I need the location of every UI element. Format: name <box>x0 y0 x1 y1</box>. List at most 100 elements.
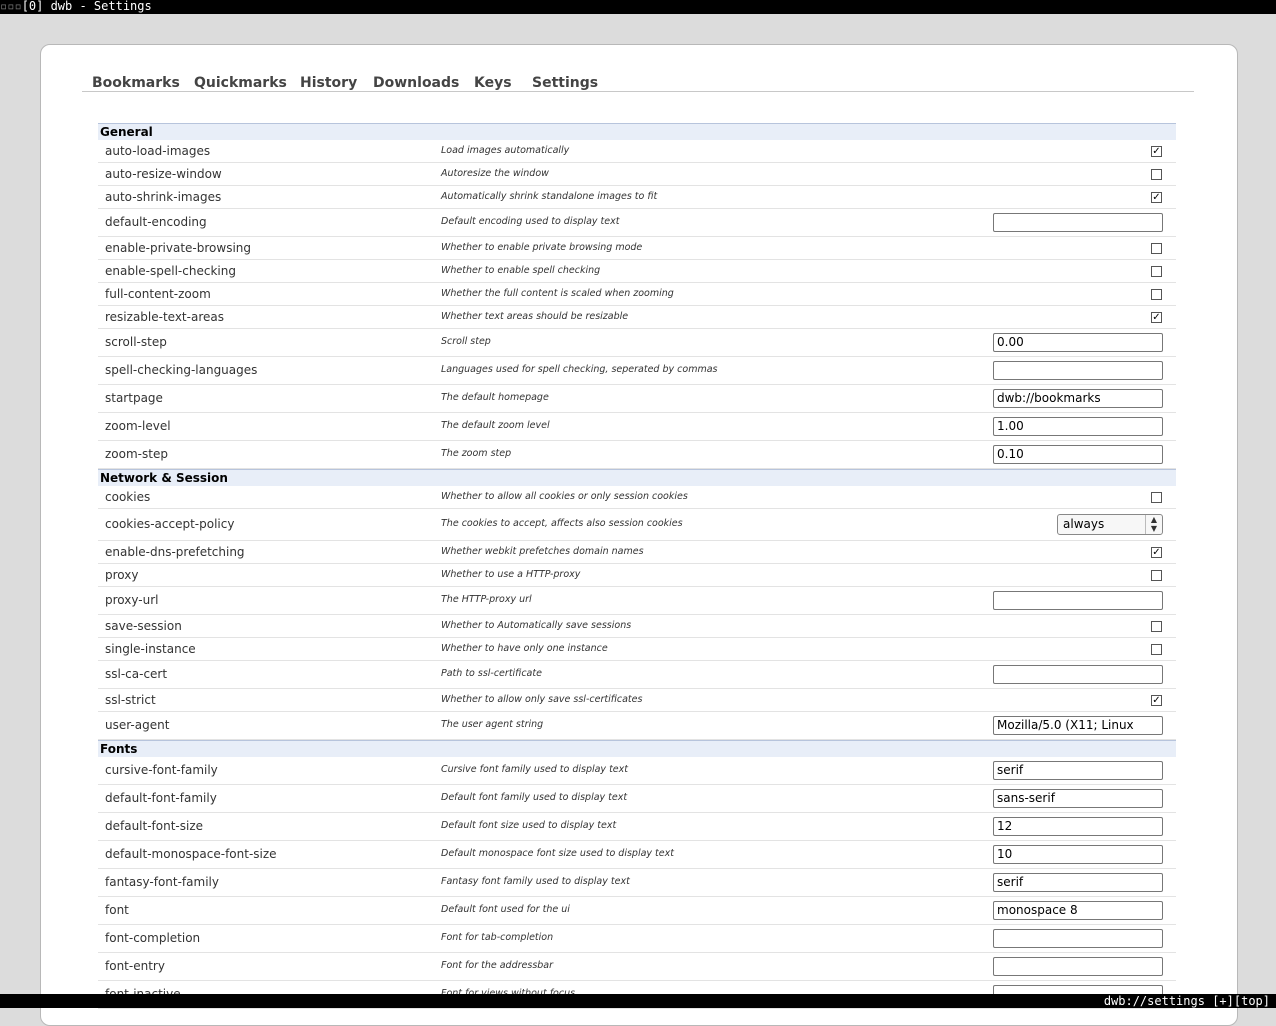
font-completion-input[interactable] <box>993 929 1163 948</box>
default-font-size-input[interactable]: 12 <box>993 817 1163 836</box>
resizable-text-areas-checkbox[interactable]: ✓ <box>1151 311 1162 323</box>
setting-description: Whether to have only one instance <box>441 642 608 654</box>
setting-row: resizable-text-areas Whether text areas s… <box>98 306 1176 329</box>
setting-row: zoom-step The zoom step 0.10 <box>98 441 1176 469</box>
setting-name: proxy <box>105 567 139 582</box>
section-header: General <box>98 123 1176 140</box>
font-entry-input[interactable] <box>993 957 1163 976</box>
auto-load-images-checkbox[interactable]: ✓ <box>1151 145 1162 157</box>
cookies-accept-policy-select[interactable]: always ▲ ▼ <box>1057 514 1163 535</box>
setting-description: The cookies to accept, affects also sess… <box>441 518 683 529</box>
setting-name: cookies-accept-policy <box>105 517 235 531</box>
setting-row: default-monospace-font-size Default monos… <box>98 841 1176 869</box>
nav-downloads[interactable]: Downloads <box>373 75 459 91</box>
setting-row: enable-spell-checking Whether to enable s… <box>98 260 1176 283</box>
setting-name: font-entry <box>105 959 165 973</box>
setting-description: Autoresize the window <box>441 167 549 179</box>
setting-row: single-instance Whether to have only one … <box>98 638 1176 661</box>
setting-name: cursive-font-family <box>105 763 218 777</box>
cursive-font-family-input[interactable]: serif <box>993 761 1163 780</box>
setting-name: default-monospace-font-size <box>105 847 277 861</box>
setting-name: auto-resize-window <box>105 166 222 181</box>
setting-name: default-font-size <box>105 819 204 833</box>
setting-name: zoom-level <box>105 419 171 433</box>
zoom-step-input[interactable]: 0.10 <box>993 445 1163 464</box>
setting-row: font-completion Font for tab-completion <box>98 925 1176 953</box>
setting-description: Languages used for spell checking, seper… <box>441 364 718 375</box>
setting-row: auto-load-images Load images automaticall… <box>98 140 1176 163</box>
setting-row: proxy-url The HTTP-proxy url <box>98 587 1176 615</box>
setting-description: Whether to enable private browsing mode <box>441 241 643 253</box>
setting-name: zoom-step <box>105 447 168 461</box>
setting-row: zoom-level The default zoom level 1.00 <box>98 413 1176 441</box>
setting-name: font-completion <box>105 931 201 945</box>
setting-row: spell-checking-languages Languages used f… <box>98 357 1176 385</box>
setting-row: user-agent The user agent string Mozilla/5… <box>98 712 1176 740</box>
setting-name: font <box>105 903 129 917</box>
default-monospace-font-size-input[interactable]: 10 <box>993 845 1163 864</box>
startpage-input[interactable]: dwb://bookmarks <box>993 389 1163 408</box>
save-session-checkbox[interactable] <box>1151 620 1162 632</box>
font-input[interactable]: monospace 8 <box>993 901 1163 920</box>
scroll-step-input[interactable]: 0.00 <box>993 333 1163 352</box>
setting-description: Whether to allow all cookies or only ses… <box>441 490 688 502</box>
spell-checking-languages-input[interactable] <box>993 361 1163 380</box>
user-agent-input[interactable]: Mozilla/5.0 (X11; Linux x86 <box>993 716 1163 735</box>
auto-resize-window-checkbox[interactable] <box>1151 168 1162 180</box>
setting-description: Load images automatically <box>441 144 570 156</box>
nav-keys[interactable]: Keys <box>474 75 512 91</box>
nav-history[interactable]: History <box>300 75 357 91</box>
setting-description: Font for the addressbar <box>441 960 554 971</box>
status-url: dwb://settings <box>1103 994 1205 1008</box>
settings-panel: Bookmarks Quickmarks History Downloads Keys S… <box>40 44 1238 1026</box>
status-flags: [+][top] <box>1212 994 1270 1008</box>
setting-description: The zoom step <box>441 448 512 459</box>
proxy-url-input[interactable] <box>993 591 1163 610</box>
setting-description: The user agent string <box>441 719 544 730</box>
nav-settings[interactable]: Settings <box>532 75 598 91</box>
setting-description: The default homepage <box>441 392 549 403</box>
ssl-ca-cert-input[interactable] <box>993 665 1163 684</box>
setting-name: scroll-step <box>105 335 167 349</box>
status-bar: dwb://settings [+][top] <box>0 994 1276 1008</box>
setting-row: auto-shrink-images Automatically shrink s… <box>98 186 1176 209</box>
setting-name: save-session <box>105 618 182 633</box>
zoom-level-input[interactable]: 1.00 <box>993 417 1163 436</box>
enable-private-browsing-checkbox[interactable] <box>1151 242 1162 254</box>
setting-description: The default zoom level <box>441 420 550 431</box>
ssl-strict-checkbox[interactable]: ✓ <box>1151 694 1162 706</box>
setting-description: Whether text areas should be resizable <box>441 310 629 322</box>
setting-name: proxy-url <box>105 593 159 607</box>
full-content-zoom-checkbox[interactable] <box>1151 288 1162 300</box>
proxy-checkbox[interactable] <box>1151 569 1162 581</box>
section-header: Network & Session <box>98 469 1176 486</box>
auto-shrink-images-checkbox[interactable]: ✓ <box>1151 191 1162 203</box>
setting-name: auto-load-images <box>105 143 211 158</box>
setting-row: startpage The default homepage dwb://bookm… <box>98 385 1176 413</box>
default-font-family-input[interactable]: sans-serif <box>993 789 1163 808</box>
setting-row: default-font-size Default font size used … <box>98 813 1176 841</box>
default-encoding-input[interactable] <box>993 213 1163 232</box>
setting-name: enable-private-browsing <box>105 240 252 255</box>
window-title: [0] dwb - Settings <box>21 0 152 13</box>
enable-spell-checking-checkbox[interactable] <box>1151 265 1162 277</box>
setting-name: startpage <box>105 391 163 405</box>
section-header: Fonts <box>98 740 1176 757</box>
setting-name: full-content-zoom <box>105 286 211 301</box>
setting-description: Fantasy font family used to display text <box>441 876 630 887</box>
setting-row: enable-dns-prefetching Whether webkit pre… <box>98 541 1176 564</box>
enable-dns-prefetching-checkbox[interactable]: ✓ <box>1151 546 1162 558</box>
select-value: always <box>1063 517 1105 531</box>
cookies-checkbox[interactable] <box>1151 491 1162 503</box>
fantasy-font-family-input[interactable]: serif <box>993 873 1163 892</box>
setting-row: font-entry Font for the addressbar <box>98 953 1176 981</box>
setting-row: default-encoding Default encoding used to… <box>98 209 1176 237</box>
nav-quickmarks[interactable]: Quickmarks <box>194 75 287 91</box>
select-arrow-icon: ▲ ▼ <box>1145 515 1162 534</box>
setting-row: font Default font used for the ui monospac… <box>98 897 1176 925</box>
setting-description: The HTTP-proxy url <box>441 594 532 605</box>
setting-name: enable-dns-prefetching <box>105 544 245 559</box>
setting-description: Whether to enable spell checking <box>441 264 601 276</box>
single-instance-checkbox[interactable] <box>1151 643 1162 655</box>
nav-bookmarks[interactable]: Bookmarks <box>92 75 180 91</box>
